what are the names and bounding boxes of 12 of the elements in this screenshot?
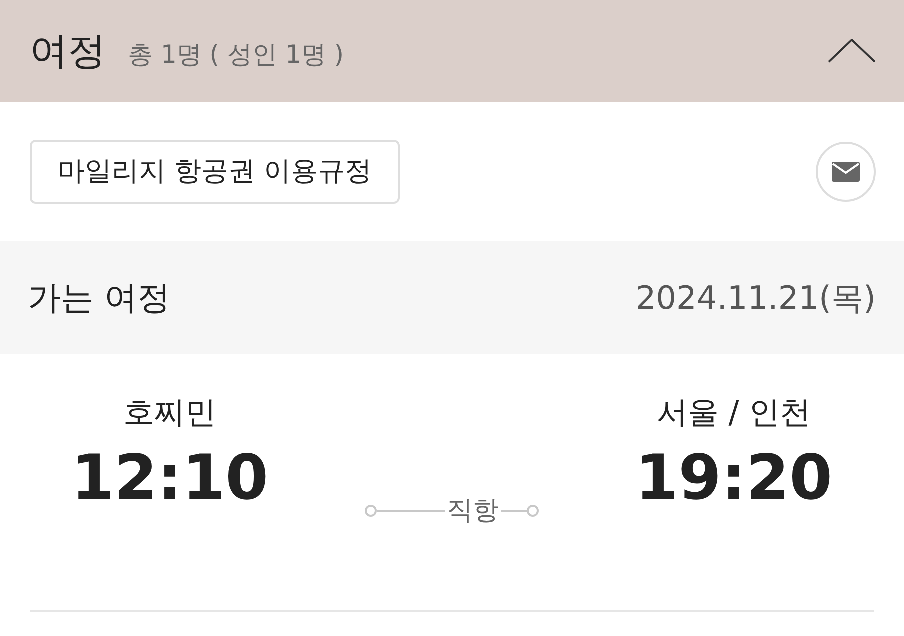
departure-time: 12:10 xyxy=(71,447,269,509)
rules-button[interactable]: 마일리지 항공권 이용규정 xyxy=(30,140,400,204)
segment-title: 가는 여정 xyxy=(28,281,170,314)
destination-city: 서울 / 인천 xyxy=(656,398,812,429)
segment-date: 2024.11.21(목) xyxy=(636,282,876,314)
origin-city: 호찌민 xyxy=(124,398,216,429)
mail-icon[interactable] xyxy=(816,142,876,202)
section-title: 여정 xyxy=(30,32,106,70)
route-type: 직항 xyxy=(446,498,500,524)
passenger-summary: 총 1명 ( 성인 1명 ) xyxy=(128,42,344,66)
chevron-up-icon[interactable] xyxy=(828,39,876,63)
arrival-time: 19:20 xyxy=(635,447,833,509)
